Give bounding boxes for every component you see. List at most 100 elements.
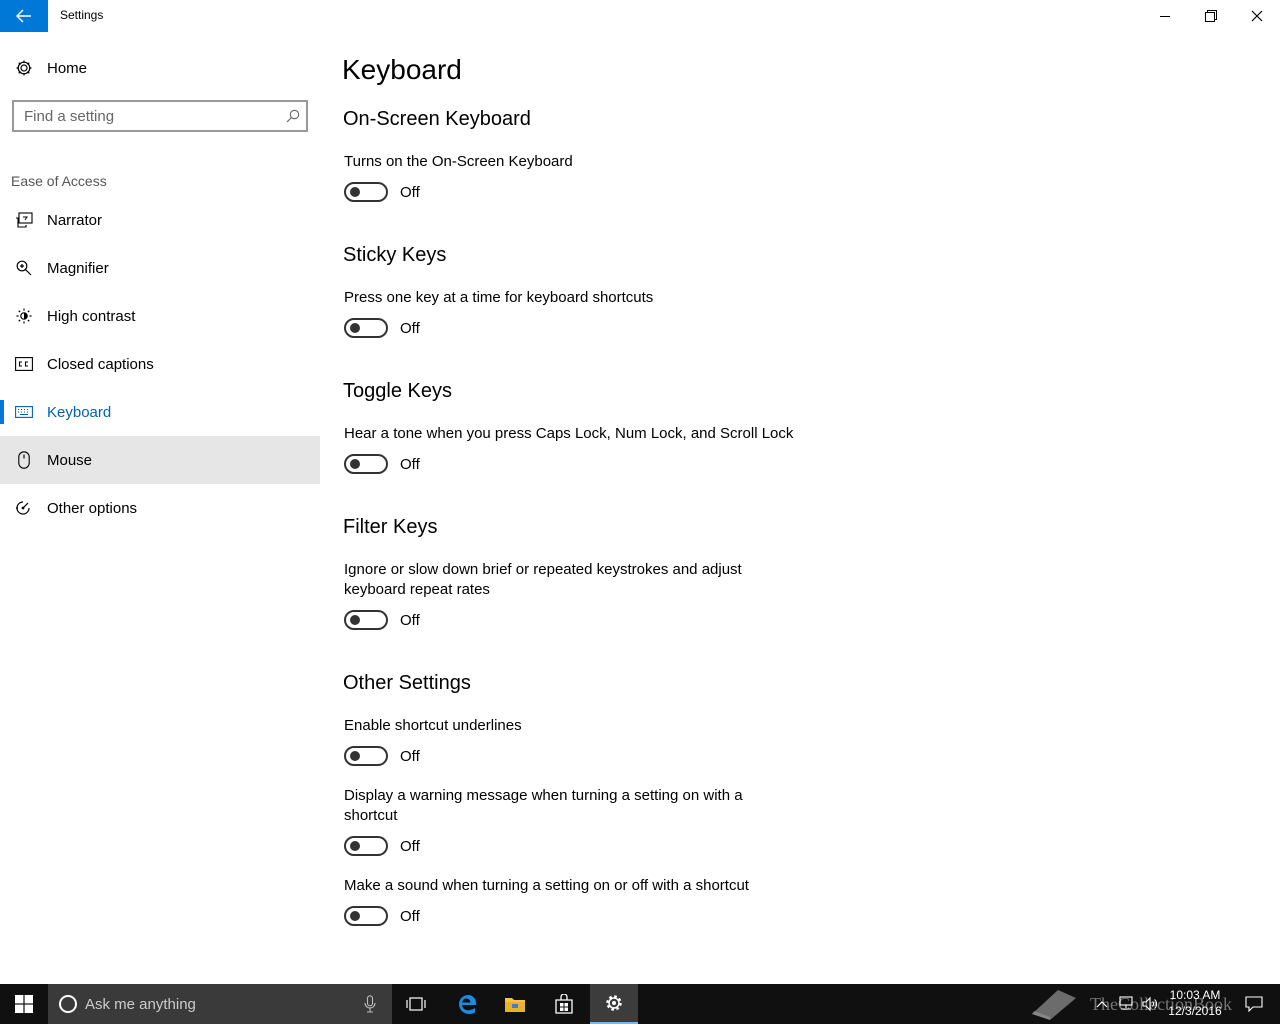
taskbar-clock[interactable]: 10:03 AM 12/3/2016 — [1160, 987, 1230, 1019]
toggle-state-label: Off — [400, 747, 420, 765]
cortana-search-box[interactable]: Ask me anything — [48, 984, 392, 1024]
toggle-state-label: Off — [400, 611, 420, 629]
toggle-switch[interactable] — [344, 454, 388, 474]
shortcut-warning-toggle[interactable]: Off — [344, 836, 420, 856]
toggle-knob — [350, 323, 360, 333]
toggle-switch[interactable] — [344, 182, 388, 202]
taskbar: Ask me anything TheCollectionBook 10:03 … — [0, 984, 1280, 1024]
minimize-button[interactable] — [1142, 0, 1188, 32]
toggle-keys-toggle[interactable]: Off — [344, 454, 420, 474]
volume-button[interactable] — [1138, 984, 1162, 1024]
toggle-knob — [350, 615, 360, 625]
task-view-icon — [406, 997, 426, 1011]
setting-description: Press one key at a time for keyboard sho… — [344, 289, 654, 306]
toggle-switch[interactable] — [344, 318, 388, 338]
shortcut-underlines-toggle[interactable]: Off — [344, 746, 420, 766]
sidebar-item-magnifier[interactable]: Magnifier — [0, 244, 320, 292]
sidebar-item-label: High contrast — [47, 307, 136, 325]
sidebar: Home Ease of Access Narrator Magnifier — [0, 32, 320, 984]
back-arrow-icon — [16, 9, 31, 23]
back-button[interactable] — [0, 0, 48, 32]
sidebar-item-closed-captions[interactable]: Closed captions — [0, 340, 320, 388]
sidebar-item-mouse[interactable]: Mouse — [0, 436, 320, 484]
book-icon — [1032, 990, 1076, 1020]
toggle-switch[interactable] — [344, 906, 388, 926]
window-title: Settings — [60, 8, 104, 22]
toggle-knob — [350, 751, 360, 761]
toggle-switch[interactable] — [344, 836, 388, 856]
sidebar-item-label: Closed captions — [47, 355, 154, 373]
group-title-filter-keys: Filter Keys — [343, 516, 438, 538]
other-options-icon — [14, 498, 34, 518]
shortcut-sound-toggle[interactable]: Off — [344, 906, 420, 926]
restore-button[interactable] — [1188, 0, 1234, 32]
setting-description: Display a warning message when turning a… — [344, 787, 743, 824]
narrator-icon — [14, 210, 34, 230]
sidebar-item-keyboard[interactable]: Keyboard — [0, 388, 320, 436]
section-label: Ease of Access — [11, 173, 107, 189]
main-content: Keyboard On-Screen Keyboard Turns on the… — [320, 32, 1280, 984]
toggle-knob — [350, 459, 360, 469]
task-view-button[interactable] — [392, 984, 440, 1024]
store-button[interactable] — [540, 984, 588, 1024]
sidebar-item-label: Keyboard — [47, 403, 112, 421]
store-icon — [555, 994, 573, 1014]
sidebar-item-home[interactable]: Home — [0, 44, 320, 92]
toggle-switch[interactable] — [344, 610, 388, 630]
search-input[interactable] — [14, 102, 276, 130]
setting-description: Hear a tone when you press Caps Lock, Nu… — [344, 425, 794, 442]
group-title-toggle-keys: Toggle Keys — [343, 380, 452, 402]
search-icon[interactable] — [286, 109, 300, 123]
toggle-knob — [350, 911, 360, 921]
network-icon — [1119, 996, 1133, 1010]
sidebar-item-label: Other options — [47, 499, 138, 517]
show-hidden-icons-button[interactable] — [1092, 984, 1112, 1024]
mouse-icon — [14, 450, 34, 470]
windows-logo-icon — [15, 995, 33, 1013]
restore-icon — [1205, 10, 1217, 22]
title-bar: Settings — [0, 0, 1280, 32]
sidebar-item-high-contrast[interactable]: High contrast — [0, 292, 320, 340]
taskbar-search-placeholder: Ask me anything — [85, 996, 196, 1013]
toggle-state-label: Off — [400, 183, 420, 201]
high-contrast-icon — [14, 306, 34, 326]
settings-taskbar-button[interactable] — [590, 984, 638, 1024]
file-explorer-button[interactable] — [491, 984, 539, 1024]
close-button[interactable] — [1234, 0, 1280, 32]
setting-description: Ignore or slow down brief or repeated ke… — [344, 561, 742, 598]
sticky-keys-toggle[interactable]: Off — [344, 318, 420, 338]
sidebar-item-label: Home — [47, 59, 88, 77]
chevron-up-icon — [1096, 1001, 1108, 1008]
group-title-sticky-keys: Sticky Keys — [343, 244, 447, 266]
sidebar-item-label: Mouse — [47, 451, 93, 469]
closed-captions-icon — [14, 354, 34, 374]
action-center-button[interactable] — [1234, 984, 1274, 1024]
sidebar-item-other-options[interactable]: Other options — [0, 484, 320, 532]
network-button[interactable] — [1114, 984, 1138, 1024]
settings-search — [12, 100, 308, 132]
toggle-state-label: Off — [400, 907, 420, 925]
selection-indicator — [0, 400, 4, 424]
group-title-other-settings: Other Settings — [343, 672, 471, 694]
gear-icon — [14, 58, 34, 78]
folder-icon — [505, 998, 525, 1012]
microphone-icon[interactable] — [364, 995, 376, 1013]
start-button[interactable] — [0, 984, 48, 1024]
toggle-switch[interactable] — [344, 746, 388, 766]
toggle-state-label: Off — [400, 319, 420, 337]
edge-browser-button[interactable] — [443, 984, 491, 1024]
sidebar-item-narrator[interactable]: Narrator — [0, 196, 320, 244]
clock-time: 10:03 AM — [1169, 988, 1221, 1002]
keyboard-icon — [14, 402, 34, 422]
sidebar-item-label: Magnifier — [47, 259, 109, 277]
toggle-knob — [350, 187, 360, 197]
volume-icon — [1142, 996, 1157, 1012]
close-icon — [1251, 10, 1263, 22]
sidebar-item-label: Narrator — [47, 211, 103, 229]
group-title-on-screen-keyboard: On-Screen Keyboard — [343, 108, 531, 130]
on-screen-keyboard-toggle[interactable]: Off — [344, 182, 420, 202]
setting-description: Turns on the On-Screen Keyboard — [344, 153, 573, 170]
notification-icon — [1245, 996, 1263, 1012]
magnifier-icon — [14, 258, 34, 278]
filter-keys-toggle[interactable]: Off — [344, 610, 420, 630]
